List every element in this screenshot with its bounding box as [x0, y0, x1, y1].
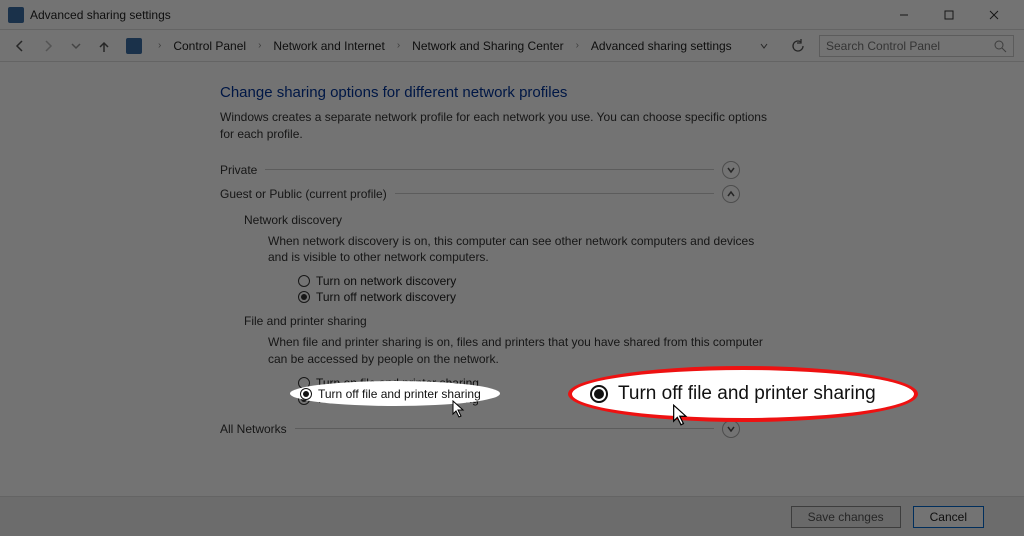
cancel-button[interactable]: Cancel — [913, 506, 984, 528]
crumb-network-internet[interactable]: Network and Internet — [273, 39, 384, 53]
section-label: All Networks — [220, 422, 287, 436]
section-header-guest[interactable]: Guest or Public (current profile) — [220, 185, 740, 203]
crumb-sep — [397, 40, 400, 51]
refresh-icon[interactable] — [789, 37, 807, 55]
page-title: Change sharing options for different net… — [220, 84, 1024, 101]
chevron-down-icon[interactable] — [722, 161, 740, 179]
radio-icon — [298, 291, 310, 303]
search-box[interactable] — [819, 35, 1014, 57]
radio-icon — [300, 388, 312, 400]
section-header-all[interactable]: All Networks — [220, 420, 740, 438]
callout-label: Turn off file and printer sharing — [618, 383, 876, 405]
section-label: Guest or Public (current profile) — [220, 187, 387, 201]
network-discovery-title: Network discovery — [244, 213, 740, 227]
section-header-private[interactable]: Private — [220, 161, 740, 179]
highlight-radio-sharing-off[interactable]: Turn off file and printer sharing — [290, 381, 500, 406]
close-button[interactable] — [971, 0, 1016, 30]
chevron-up-icon[interactable] — [722, 185, 740, 203]
chevron-down-icon[interactable] — [722, 420, 740, 438]
address-dropdown-icon[interactable] — [755, 37, 773, 55]
up-button[interactable] — [94, 36, 114, 56]
content-area: Change sharing options for different net… — [0, 62, 1024, 496]
minimize-button[interactable] — [881, 0, 926, 30]
crumb-sep — [258, 40, 261, 51]
search-input[interactable] — [826, 39, 993, 53]
crumb-control-panel[interactable]: Control Panel — [173, 39, 246, 53]
window-controls — [881, 0, 1016, 30]
section-private: Private — [220, 161, 740, 179]
save-changes-button[interactable]: Save changes — [791, 506, 901, 528]
footer: Save changes Cancel — [0, 496, 1024, 536]
radio-discovery-on[interactable]: Turn on network discovery — [298, 274, 740, 288]
callout-bubble: Turn off file and printer sharing — [568, 366, 918, 422]
radio-label: Turn off network discovery — [316, 290, 456, 304]
cursor-icon — [452, 400, 466, 423]
control-panel-icon — [126, 38, 142, 54]
crumb-sep — [576, 40, 579, 51]
radio-icon — [590, 385, 608, 403]
window-title: Advanced sharing settings — [30, 8, 881, 22]
forward-button[interactable] — [38, 36, 58, 56]
app-icon — [8, 7, 24, 23]
window: Advanced sharing settings Control Panel … — [0, 0, 1024, 536]
crumb-advanced-sharing[interactable]: Advanced sharing settings — [591, 39, 732, 53]
titlebar: Advanced sharing settings — [0, 0, 1024, 30]
section-label: Private — [220, 163, 257, 177]
file-sharing-desc: When file and printer sharing is on, fil… — [268, 334, 768, 368]
navbar: Control Panel Network and Internet Netwo… — [0, 30, 1024, 62]
search-icon — [993, 39, 1007, 53]
page-desc: Windows creates a separate network profi… — [220, 109, 780, 143]
section-all-networks: All Networks — [220, 420, 740, 438]
crumb-sharing-center[interactable]: Network and Sharing Center — [412, 39, 563, 53]
radio-discovery-off[interactable]: Turn off network discovery — [298, 290, 740, 304]
crumb-sep — [158, 40, 161, 51]
cursor-icon — [672, 404, 690, 431]
back-button[interactable] — [10, 36, 30, 56]
network-discovery-desc: When network discovery is on, this compu… — [268, 233, 768, 267]
radio-icon — [298, 275, 310, 287]
recent-button[interactable] — [66, 36, 86, 56]
maximize-button[interactable] — [926, 0, 971, 30]
radio-label: Turn off file and printer sharing — [318, 387, 481, 401]
radio-label: Turn on network discovery — [316, 274, 456, 288]
file-sharing-title: File and printer sharing — [244, 314, 740, 328]
